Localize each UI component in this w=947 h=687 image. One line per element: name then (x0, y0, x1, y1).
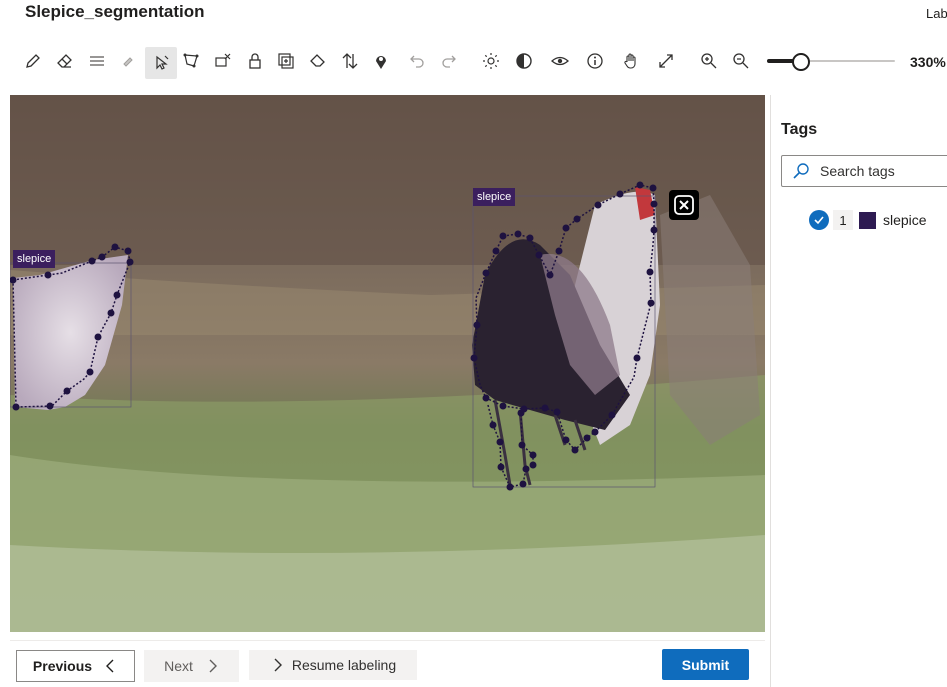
expand-icon[interactable] (651, 46, 681, 76)
tag-color-swatch (859, 211, 876, 229)
submit-label: Submit (681, 656, 730, 673)
tag-index: 1 (833, 210, 853, 230)
cursor-icon[interactable] (145, 47, 177, 79)
chevron-right-icon (274, 658, 282, 672)
footer-divider (10, 640, 765, 641)
sun-icon[interactable] (476, 46, 506, 76)
eraser-small-icon[interactable] (114, 46, 144, 76)
checkmark-icon[interactable] (809, 210, 829, 230)
eraser-icon[interactable] (50, 46, 80, 76)
box-remove-icon[interactable] (208, 46, 238, 76)
eye-icon[interactable] (545, 46, 575, 76)
zoom-value: 330% (910, 54, 946, 70)
sort-arrows-icon[interactable] (335, 46, 365, 76)
zoom-slider[interactable] (767, 53, 895, 71)
tags-panel: Tags 1 slepice (770, 95, 947, 687)
tag-item[interactable]: 1 slepice (809, 209, 927, 231)
resume-label: Resume labeling (291, 657, 397, 673)
zoom-out-icon[interactable] (726, 46, 756, 76)
eraser-fill-icon[interactable] (303, 46, 333, 76)
lock-icon[interactable] (240, 46, 270, 76)
submit-button[interactable]: Submit (662, 649, 749, 680)
search-input[interactable] (818, 162, 947, 180)
resume-labeling-button[interactable]: Resume labeling (249, 650, 417, 680)
tag-search-box[interactable] (781, 155, 947, 187)
bbox-hen-left (10, 262, 132, 408)
search-icon (792, 162, 810, 180)
tag-name: slepice (883, 212, 927, 228)
redo-icon[interactable] (434, 46, 464, 76)
delete-region-button[interactable] (669, 190, 699, 220)
next-button[interactable]: Next (144, 650, 239, 682)
polygon-icon[interactable] (176, 46, 206, 76)
next-label: Next (164, 658, 193, 674)
chevron-left-icon (106, 659, 114, 673)
image-canvas[interactable]: slepice slepice (10, 95, 765, 632)
contrast-icon[interactable] (509, 46, 539, 76)
zoom-slider-thumb[interactable] (792, 53, 811, 71)
annotation-label[interactable]: slepice (13, 250, 56, 268)
hand-icon[interactable] (616, 46, 646, 76)
annotation-label[interactable]: slepice (473, 188, 516, 206)
previous-label: Previous (32, 658, 93, 674)
close-icon (674, 195, 694, 215)
project-title: Slepice_segmentation (25, 2, 205, 21)
zoom-in-icon[interactable] (694, 46, 724, 76)
header-corner-text: Lab (926, 6, 947, 21)
polygon-vertices-rooster (470, 181, 658, 491)
info-icon[interactable] (580, 46, 610, 76)
chevron-right-icon (209, 659, 217, 673)
toolbar: 330% (0, 44, 947, 82)
undo-icon[interactable] (402, 46, 432, 76)
line-weight-icon[interactable] (82, 46, 112, 76)
location-pin-icon[interactable] (366, 46, 396, 76)
tags-title: Tags (781, 121, 818, 138)
pencil-icon[interactable] (18, 46, 48, 76)
copy-region-icon[interactable] (271, 46, 301, 76)
annotation-layer (10, 181, 658, 491)
previous-button[interactable]: Previous (16, 650, 135, 682)
